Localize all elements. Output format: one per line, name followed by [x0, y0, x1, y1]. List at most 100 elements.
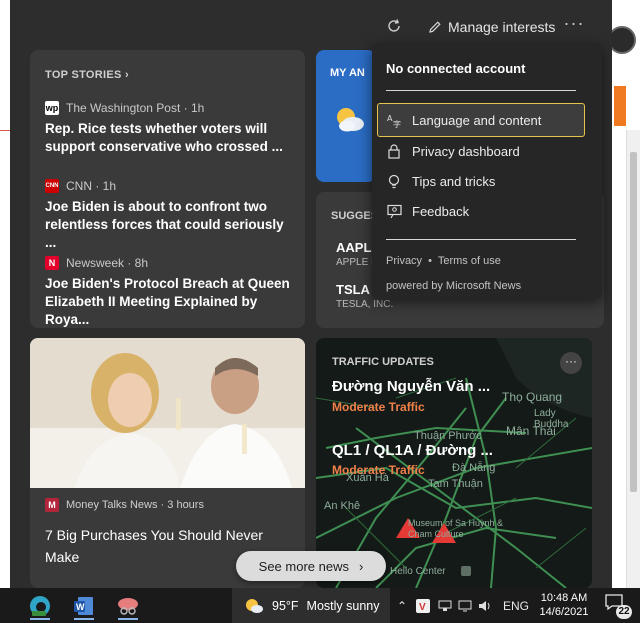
map-label: Đà Nẵng: [452, 462, 496, 474]
chevron-right-icon: ›: [125, 69, 129, 81]
couple-photo-illustration: [30, 338, 305, 488]
story-item[interactable]: wp The Washington Post · 1h Rep. Rice te…: [45, 100, 295, 156]
tray-display[interactable]: [456, 588, 474, 623]
stock-symbol: AAPL: [336, 240, 372, 255]
menu-item-feedback[interactable]: Feedback: [378, 195, 584, 227]
weather-card[interactable]: MY AN: [316, 50, 376, 182]
background-divider: [0, 130, 10, 131]
manage-interests-label: Manage interests: [448, 19, 556, 35]
snipping-tool-icon: [118, 598, 138, 615]
newsweek-logo: N: [45, 256, 59, 270]
profile-avatar[interactable]: [608, 26, 636, 54]
feedback-icon: [386, 203, 402, 219]
map-label: Mân Thái: [506, 424, 556, 438]
show-hidden-icons-button[interactable]: ⌃: [394, 588, 410, 623]
weather-temp: 95°F: [272, 598, 299, 613]
top-stories-title: TOP STORIES: [45, 69, 122, 81]
panel-header: Manage interests ···: [10, 0, 612, 50]
edge-beta-icon: [30, 596, 50, 616]
map-label: Xuân Hà: [346, 472, 389, 484]
taskbar-clock[interactable]: 10:48 AM 14/6/2021: [534, 591, 594, 619]
lightbulb-icon: [386, 173, 402, 189]
language-icon: A字: [386, 112, 402, 128]
partly-sunny-icon: [246, 598, 263, 613]
map-label: An Khê: [324, 500, 361, 512]
more-options-button[interactable]: ···: [562, 14, 586, 38]
clock-date: 14/6/2021: [539, 606, 589, 618]
story-item[interactable]: N Newsweek · 8h Joe Biden's Protocol Bre…: [45, 255, 295, 328]
story-headline[interactable]: Joe Biden's Protocol Breach at Queen Eli…: [45, 275, 295, 328]
article-source-label: Money Talks News · 3 hours: [66, 499, 204, 511]
story-item[interactable]: CNN CNN · 1h Joe Biden is about to confr…: [45, 178, 295, 252]
account-status: No connected account: [386, 61, 526, 76]
pencil-icon: [429, 21, 441, 33]
network-icon: [438, 600, 452, 611]
story-source: The Washington Post · 1h: [66, 101, 205, 115]
active-indicator: [30, 618, 50, 620]
tray-app-v[interactable]: V: [414, 588, 432, 623]
map-label: Tam Thuận: [428, 478, 483, 490]
refresh-icon: [388, 19, 400, 32]
money-talks-logo: M: [45, 498, 59, 512]
page-scrollbar[interactable]: [626, 130, 640, 588]
traffic-more-button[interactable]: ···: [560, 352, 582, 374]
tray-volume[interactable]: [476, 588, 494, 623]
volume-icon: [479, 600, 490, 611]
story-headline[interactable]: Rep. Rice tests whether voters will supp…: [45, 120, 295, 156]
route-status: Moderate Traffic: [332, 400, 425, 414]
top-stories-header[interactable]: TOP STORIES ›: [45, 69, 129, 81]
refresh-button[interactable]: [382, 14, 406, 38]
notification-count-badge: 22: [616, 605, 632, 619]
word-icon: W: [74, 597, 93, 615]
map-label: Hello Center: [390, 566, 446, 577]
see-more-news-button[interactable]: See more news ›: [236, 551, 386, 581]
weather-card-title: MY AN: [330, 67, 365, 79]
taskbar-edge-beta[interactable]: [26, 592, 54, 620]
lock-icon: [386, 143, 402, 159]
partly-sunny-icon: [337, 108, 364, 132]
background-accent: [614, 86, 626, 126]
windows-taskbar: W 95°F Mostly sunny ⌃ V ENG 10:48 AM 14/…: [0, 588, 640, 623]
map-label: Thọ Quang: [502, 390, 563, 404]
menu-item-label: Feedback: [412, 203, 470, 219]
story-source: CNN · 1h: [66, 179, 117, 193]
taskbar-weather-widget[interactable]: 95°F Mostly sunny: [232, 588, 390, 623]
chevron-right-icon: ›: [358, 558, 364, 574]
manage-interests-button[interactable]: Manage interests: [428, 16, 555, 38]
svg-text:W: W: [76, 602, 85, 612]
article-photo[interactable]: [30, 338, 305, 488]
more-options-menu: No connected account A字 Language and con…: [372, 44, 602, 298]
tray-network[interactable]: [436, 588, 454, 623]
menu-divider: [386, 90, 576, 91]
taskbar-snipping-tool[interactable]: [114, 592, 142, 620]
svg-text:字: 字: [393, 119, 401, 128]
story-source: Newsweek · 8h: [66, 256, 149, 270]
menu-footer-links: Privacy • Terms of use: [386, 255, 501, 267]
see-more-label: See more news: [258, 558, 349, 574]
link-separator: •: [428, 255, 432, 267]
notification-center-button[interactable]: 22: [604, 593, 632, 619]
stock-item[interactable]: AAPL APPLE I: [336, 240, 374, 268]
menu-item-language-content[interactable]: A字 Language and content: [377, 103, 585, 137]
chevron-up-icon: ⌃: [396, 598, 408, 613]
menu-item-privacy-dashboard[interactable]: Privacy dashboard: [378, 135, 584, 167]
scrollbar-thumb[interactable]: [630, 152, 637, 492]
weather-text: Mostly sunny: [306, 598, 380, 613]
article-source: M Money Talks News · 3 hours: [45, 498, 204, 512]
route-name[interactable]: Đường Nguyễn Văn ...: [332, 378, 490, 395]
vivaldi-tray-icon: V: [416, 598, 430, 613]
clock-time: 10:48 AM: [540, 592, 588, 604]
taskbar-word[interactable]: W: [70, 592, 98, 620]
traffic-title: TRAFFIC UPDATES: [332, 356, 434, 368]
svg-text:V: V: [419, 602, 426, 613]
menu-item-tips-tricks[interactable]: Tips and tricks: [378, 165, 584, 197]
stock-name: APPLE I: [336, 257, 374, 268]
language-indicator[interactable]: ENG: [500, 588, 532, 623]
active-indicator: [74, 618, 94, 620]
map-label: Thuận Phước: [414, 430, 482, 442]
route-name[interactable]: QL1 / QL1A / Đường ...: [332, 442, 493, 459]
privacy-link[interactable]: Privacy: [386, 255, 422, 267]
terms-link[interactable]: Terms of use: [438, 255, 501, 267]
washington-post-logo: wp: [45, 101, 59, 115]
story-headline[interactable]: Joe Biden is about to confront two relen…: [45, 198, 295, 252]
